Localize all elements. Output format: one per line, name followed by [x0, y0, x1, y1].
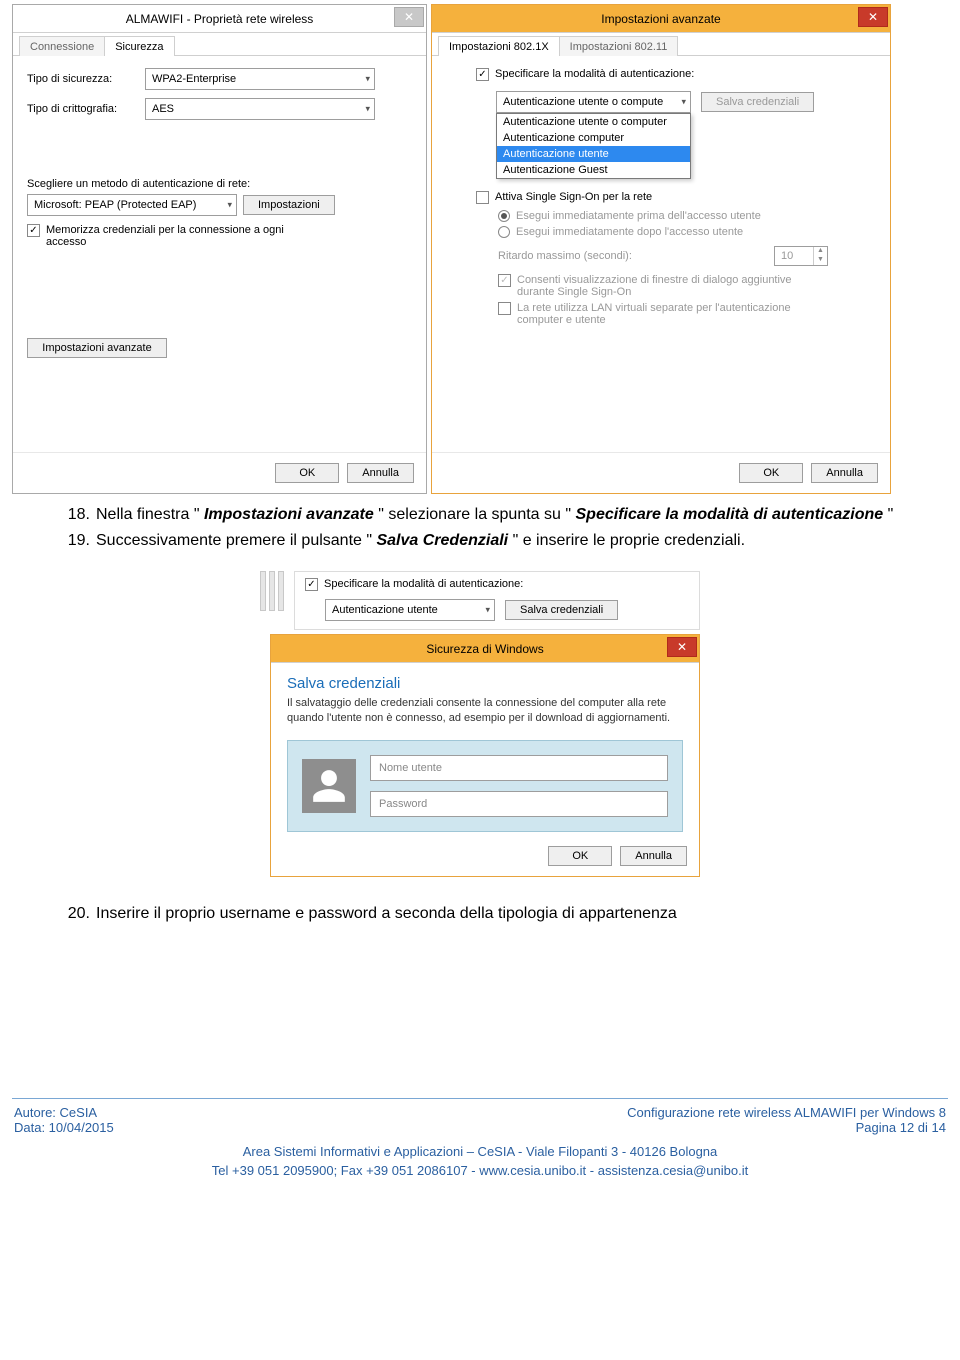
credentials-box: Nome utente Password	[287, 740, 683, 832]
advanced-settings-button[interactable]: Impostazioni avanzate	[27, 338, 167, 358]
checkbox-icon: ✓	[476, 68, 489, 81]
wireless-properties-dialog: ALMAWIFI - Proprietà rete wireless ✕ Con…	[12, 4, 427, 494]
tab-security[interactable]: Sicurezza	[104, 36, 174, 56]
auth-method-label: Scegliere un metodo di autenticazione di…	[27, 178, 412, 190]
separate-vlan-checkbox: La rete utilizza LAN virtuali separate p…	[498, 302, 876, 326]
footer-address: Area Sistemi Informativi e Applicazioni …	[14, 1143, 946, 1161]
sso-options: Esegui immediatamente prima dell'accesso…	[498, 210, 876, 326]
close-icon[interactable]: ✕	[394, 7, 424, 27]
dropdown-option[interactable]: Autenticazione utente	[497, 146, 690, 162]
instructions-block: 18. Nella finestra " Impostazioni avanza…	[0, 494, 960, 565]
sso-after-radio: Esegui immediatamente dopo l'accesso ute…	[498, 226, 876, 238]
close-icon[interactable]: ✕	[858, 7, 888, 27]
step-number: 20.	[60, 903, 96, 925]
footer-page: Pagina 12 di 14	[627, 1120, 946, 1135]
cancel-button[interactable]: Annulla	[620, 846, 687, 866]
footer-doc-title: Configurazione rete wireless ALMAWIFI pe…	[627, 1105, 946, 1120]
ok-button[interactable]: OK	[548, 846, 612, 866]
security-type-select[interactable]: WPA2-Enterprise ▾	[145, 68, 375, 90]
dialog-button-row: OK Annulla	[432, 452, 890, 493]
close-icon[interactable]: ✕	[667, 637, 697, 657]
footer-date: Data: 10/04/2015	[14, 1120, 114, 1135]
ok-button[interactable]: OK	[739, 463, 803, 483]
auth-mode-select[interactable]: Autenticazione utente ▾	[325, 599, 495, 621]
security-type-label: Tipo di sicurezza:	[27, 73, 137, 85]
advanced-snippet: ✓ Specificare la modalità di autenticazi…	[294, 571, 700, 630]
decorative-bars	[260, 571, 290, 611]
enable-sso-checkbox[interactable]: Attiva Single Sign-On per la rete	[476, 191, 876, 204]
checkbox-icon	[498, 302, 511, 315]
save-credentials-button[interactable]: Salva credenziali	[701, 92, 814, 112]
dialog-button-row: OK Annulla	[13, 452, 426, 493]
radio-icon	[498, 226, 510, 238]
step-text: Nella finestra " Impostazioni avanzate "…	[96, 504, 920, 526]
instructions-block: 20. Inserire il proprio username e passw…	[0, 893, 960, 939]
footer-author: Autore: CeSIA	[14, 1105, 114, 1120]
username-input[interactable]: Nome utente	[370, 755, 668, 781]
dialog-body: Tipo di sicurezza: WPA2-Enterprise ▾ Tip…	[13, 56, 426, 452]
step-text: Successivamente premere il pulsante " Sa…	[96, 530, 920, 552]
dropdown-option[interactable]: Autenticazione Guest	[497, 162, 690, 178]
auth-mode-select[interactable]: Autenticazione utente o compute ▾	[496, 91, 691, 113]
tab-8021x[interactable]: Impostazioni 802.1X	[438, 36, 560, 56]
credentials-blurb: Il salvataggio delle credenziali consent…	[287, 696, 683, 726]
tabbar: Connessione Sicurezza	[13, 33, 426, 56]
delay-spinner: 10 ▲▼	[774, 246, 828, 266]
checkbox-icon: ✓	[27, 224, 40, 237]
spinner-arrows-icon: ▲▼	[813, 247, 827, 265]
dialog-titlebar: Sicurezza di Windows ✕	[271, 635, 699, 663]
footer-contact: Tel +39 051 2095900; Fax +39 051 2086107…	[14, 1162, 946, 1180]
chevron-down-icon: ▾	[365, 104, 370, 115]
specify-auth-mode-checkbox[interactable]: ✓ Specificare la modalità di autenticazi…	[476, 68, 876, 81]
dialog-button-row: OK Annulla	[271, 840, 699, 876]
tab-80211[interactable]: Impostazioni 802.11	[559, 36, 679, 56]
radio-icon	[498, 210, 510, 222]
save-credentials-button[interactable]: Salva credenziali	[505, 600, 618, 620]
dialog-body: Salva credenziali Il salvataggio delle c…	[271, 663, 699, 840]
delay-label: Ritardo massimo (secondi):	[498, 250, 632, 262]
page-footer: Autore: CeSIA Data: 10/04/2015 Configura…	[0, 1103, 960, 1191]
dialog-titlebar: ALMAWIFI - Proprietà rete wireless ✕	[13, 5, 426, 33]
chevron-down-icon: ▾	[485, 605, 490, 616]
windows-security-dialog: Sicurezza di Windows ✕ Salva credenziali…	[270, 634, 700, 877]
encryption-type-select[interactable]: AES ▾	[145, 98, 375, 120]
dialog-title: Impostazioni avanzate	[601, 12, 720, 26]
settings-button[interactable]: Impostazioni	[243, 195, 335, 215]
cancel-button[interactable]: Annulla	[347, 463, 414, 483]
chevron-down-icon: ▾	[681, 97, 686, 108]
dialog-title: ALMAWIFI - Proprietà rete wireless	[126, 12, 314, 26]
checkbox-icon: ✓	[305, 578, 318, 591]
chevron-down-icon: ▾	[227, 200, 232, 211]
step-number: 19.	[60, 530, 96, 552]
step-text: Inserire il proprio username e password …	[96, 903, 920, 925]
step-number: 18.	[60, 504, 96, 526]
chevron-down-icon: ▾	[365, 74, 370, 85]
dialog-body: ✓ Specificare la modalità di autenticazi…	[432, 56, 890, 452]
cancel-button[interactable]: Annulla	[811, 463, 878, 483]
password-input[interactable]: Password	[370, 791, 668, 817]
remember-credentials-checkbox[interactable]: ✓ Memorizza credenziali per la connessio…	[27, 224, 412, 248]
credentials-heading: Salva credenziali	[287, 675, 683, 692]
footer-separator	[12, 1098, 948, 1099]
auth-method-select[interactable]: Microsoft: PEAP (Protected EAP) ▾	[27, 194, 237, 216]
auth-mode-dropdown-list[interactable]: Autenticazione utente o computer Autenti…	[496, 113, 691, 179]
tab-connection[interactable]: Connessione	[19, 36, 105, 56]
ok-button[interactable]: OK	[275, 463, 339, 483]
checkbox-icon	[476, 191, 489, 204]
mid-screenshot: ✓ Specificare la modalità di autenticazi…	[0, 565, 960, 893]
allow-extra-dialogs-checkbox: ✓ Consenti visualizzazione di finestre d…	[498, 274, 876, 298]
dialog-titlebar: Impostazioni avanzate ✕	[432, 5, 890, 33]
tabbar: Impostazioni 802.1X Impostazioni 802.11	[432, 33, 890, 56]
specify-auth-mode-checkbox[interactable]: ✓ Specificare la modalità di autenticazi…	[305, 578, 689, 591]
dropdown-option[interactable]: Autenticazione computer	[497, 130, 690, 146]
encryption-type-label: Tipo di crittografia:	[27, 103, 137, 115]
user-avatar-icon	[302, 759, 356, 813]
checkbox-icon: ✓	[498, 274, 511, 287]
dropdown-option[interactable]: Autenticazione utente o computer	[497, 114, 690, 130]
dialog-title: Sicurezza di Windows	[426, 642, 543, 656]
advanced-settings-dialog: Impostazioni avanzate ✕ Impostazioni 802…	[431, 4, 891, 494]
sso-before-radio: Esegui immediatamente prima dell'accesso…	[498, 210, 876, 222]
dialogs-row: ALMAWIFI - Proprietà rete wireless ✕ Con…	[0, 0, 960, 494]
